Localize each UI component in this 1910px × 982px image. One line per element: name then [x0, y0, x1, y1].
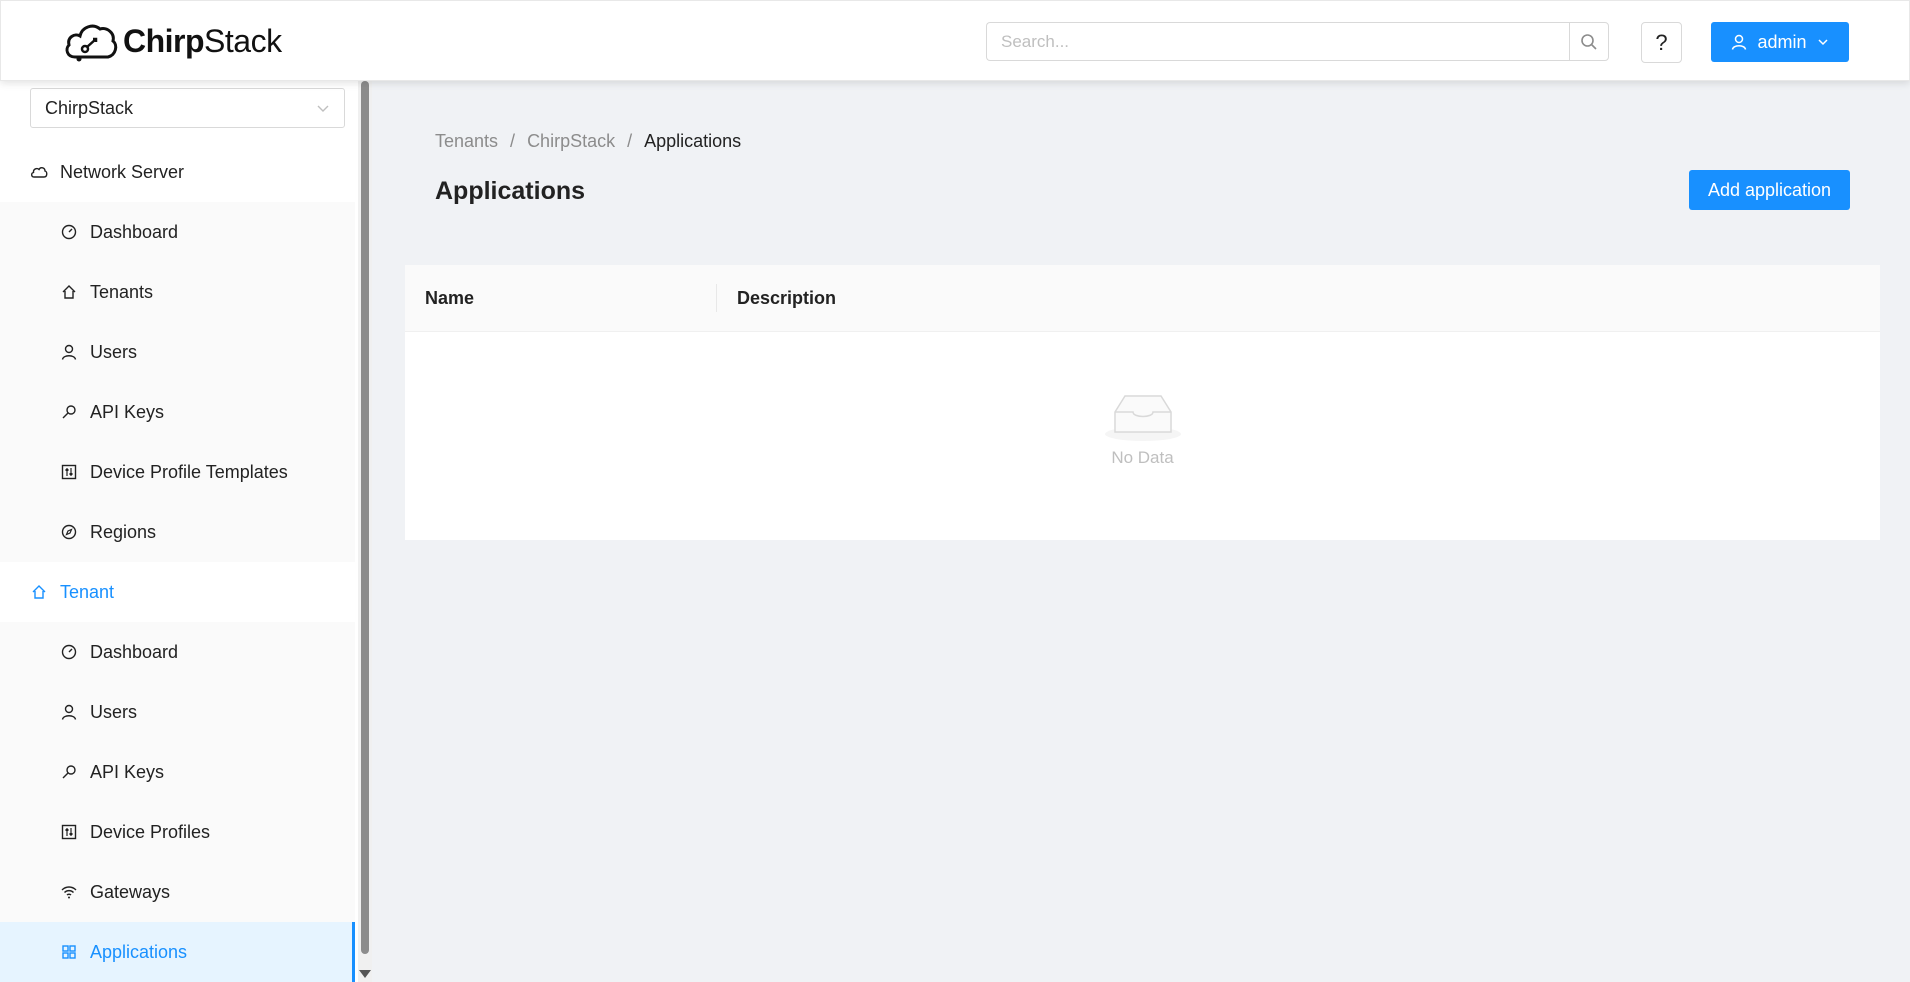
key-icon	[60, 403, 78, 421]
home-icon	[60, 283, 78, 301]
appstore-icon	[60, 943, 78, 961]
sidebar-item-applications[interactable]: Applications	[0, 922, 355, 982]
global-search	[986, 22, 1609, 61]
add-application-button[interactable]: Add application	[1689, 170, 1850, 210]
sidebar-item-label: Applications	[90, 941, 188, 962]
menu-group-tenant[interactable]: Tenant	[0, 562, 355, 622]
breadcrumb: Tenants / ChirpStack / Applications	[435, 131, 741, 152]
breadcrumb-separator: /	[627, 131, 633, 151]
sidebar-item-label: Gateways	[90, 881, 171, 902]
question-icon: ?	[1655, 29, 1668, 55]
breadcrumb-current: Applications	[644, 131, 742, 151]
compass-icon	[60, 523, 78, 541]
user-name: admin	[1757, 31, 1807, 52]
sidebar-menu: Network Server Dashboard Tenants Users A…	[0, 142, 355, 982]
wifi-icon	[60, 883, 78, 901]
logo-text-regular: Stack	[204, 22, 282, 59]
scroll-down-arrow-icon[interactable]	[359, 970, 371, 978]
empty-text: No Data	[1111, 448, 1174, 467]
sidebar-item-ns-users[interactable]: Users	[0, 322, 355, 382]
sidebar-item-label: API Keys	[90, 761, 165, 782]
user-icon	[60, 343, 78, 361]
search-icon	[1581, 33, 1597, 50]
sidebar-item-tenant-api-keys[interactable]: API Keys	[0, 742, 355, 802]
column-header-name[interactable]: Name	[405, 284, 717, 312]
key-icon	[60, 763, 78, 781]
page-title: Applications	[435, 177, 586, 205]
home-icon	[30, 583, 48, 601]
sidebar-item-label: Users	[90, 701, 138, 722]
breadcrumb-chirpstack[interactable]: ChirpStack	[527, 131, 615, 152]
user-icon	[1732, 34, 1747, 50]
scrollbar-thumb[interactable]	[361, 81, 369, 954]
user-icon	[60, 703, 78, 721]
sidebar-item-tenants[interactable]: Tenants	[0, 262, 355, 322]
sidebar-item-label: Device Profile Templates	[90, 461, 288, 482]
sidebar-item-device-profiles[interactable]: Device Profiles	[0, 802, 355, 862]
sidebar-item-ns-api-keys[interactable]: API Keys	[0, 382, 355, 442]
sidebar-item-ns-dashboard[interactable]: Dashboard	[0, 202, 355, 262]
table-header: Name Description	[405, 265, 1880, 332]
sidebar-item-label: Dashboard	[90, 641, 179, 662]
control-icon	[60, 463, 78, 481]
search-button[interactable]	[1569, 22, 1609, 61]
tenant-select-value: ChirpStack	[45, 97, 134, 118]
chevron-down-icon	[317, 105, 329, 112]
sidebar-item-tenant-users[interactable]: Users	[0, 682, 355, 742]
user-menu-button[interactable]: admin	[1711, 22, 1849, 62]
tenant-select[interactable]: ChirpStack	[30, 88, 345, 128]
breadcrumb-separator: /	[510, 131, 516, 151]
empty-inbox-icon	[1104, 395, 1181, 441]
dashboard-icon	[60, 643, 78, 661]
help-button[interactable]: ?	[1641, 22, 1682, 63]
menu-group-label: Tenant	[60, 581, 115, 602]
sidebar-item-device-profile-templates[interactable]: Device Profile Templates	[0, 442, 355, 502]
sidebar: ChirpStack Network Server Dashboard Tena…	[0, 81, 372, 982]
column-header-description[interactable]: Description	[717, 288, 836, 309]
applications-table: Name Description No Data	[405, 265, 1880, 540]
sidebar-item-gateways[interactable]: Gateways	[0, 862, 355, 922]
dashboard-icon	[60, 223, 78, 241]
search-input[interactable]	[986, 22, 1569, 61]
sidebar-item-label: Dashboard	[90, 221, 179, 242]
control-icon	[60, 823, 78, 841]
cloud-icon	[30, 163, 48, 181]
top-header: ChirpStack ? admin	[0, 0, 1910, 81]
sidebar-item-tenant-dashboard[interactable]: Dashboard	[0, 622, 355, 682]
chirpstack-logo[interactable]: ChirpStack	[63, 19, 282, 63]
sidebar-item-label: API Keys	[90, 401, 165, 422]
sidebar-item-label: Device Profiles	[90, 821, 211, 842]
breadcrumb-tenants[interactable]: Tenants	[435, 131, 498, 152]
sidebar-item-label: Users	[90, 341, 138, 362]
empty-state: No Data	[405, 390, 1880, 468]
sidebar-item-label: Regions	[90, 521, 157, 542]
menu-group-network-server[interactable]: Network Server	[0, 142, 355, 202]
sidebar-scrollbar[interactable]	[358, 81, 372, 982]
chevron-down-icon	[1817, 39, 1828, 46]
sidebar-item-label: Tenants	[90, 281, 154, 302]
logo-text-bold: Chirp	[123, 22, 205, 59]
cloud-logo-icon	[65, 24, 118, 62]
sidebar-item-regions[interactable]: Regions	[0, 502, 355, 562]
menu-group-label: Network Server	[60, 161, 185, 182]
